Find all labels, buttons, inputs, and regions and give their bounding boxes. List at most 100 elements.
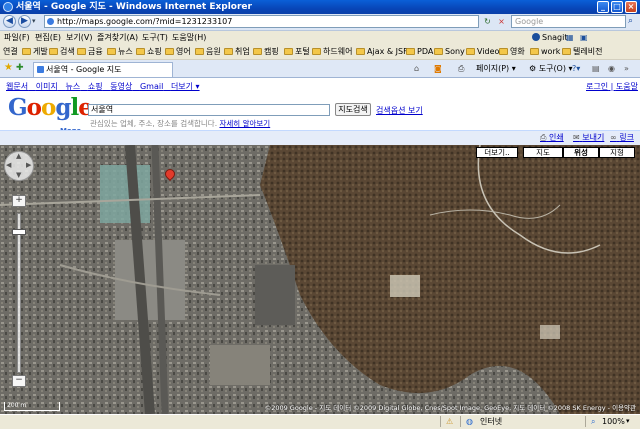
mail-icon: ✉: [573, 133, 580, 142]
link-images[interactable]: 이미지: [36, 82, 58, 91]
feeds-icon[interactable]: ◙: [434, 63, 442, 74]
link-shopping[interactable]: 쇼핑: [88, 82, 103, 91]
folder-icon: [284, 48, 293, 55]
zoom-level[interactable]: 100%: [602, 415, 625, 428]
search-options-link[interactable]: 검색옵션 보기: [376, 105, 423, 116]
search-hint-text: 관심있는 업체, 주소, 장소를 검색합니다.: [90, 119, 218, 128]
folder-icon: [136, 48, 145, 55]
zoom-slider[interactable]: [17, 213, 21, 373]
link-video[interactable]: 동영상: [110, 82, 132, 91]
fav-item[interactable]: 금융: [77, 45, 103, 59]
fav-item[interactable]: Ajax & JSF: [356, 45, 408, 59]
learn-more-link[interactable]: 자세히 알아보기: [219, 119, 270, 128]
map-search-input[interactable]: 서울역: [88, 104, 330, 116]
zoom-out-button[interactable]: −: [12, 375, 26, 387]
link-news[interactable]: 뉴스: [65, 82, 80, 91]
pan-right-icon[interactable]: ▶: [26, 161, 31, 169]
print-icon[interactable]: ⎙: [458, 63, 464, 74]
link-help[interactable]: 도움말: [616, 82, 638, 91]
snagit-label: Snagit: [542, 33, 568, 42]
favorites-star-icon[interactable]: ★: [4, 63, 13, 73]
link-link[interactable]: ∞ 링크: [610, 132, 634, 143]
fav-item[interactable]: Video: [466, 45, 499, 59]
tab-active[interactable]: 서울역 - Google 지도: [33, 62, 173, 77]
help-icon[interactable]: ?▾: [572, 63, 580, 74]
fav-item[interactable]: Sony: [434, 45, 465, 59]
chain-icon: ∞: [610, 133, 617, 142]
add-favorite-icon[interactable]: ✚: [16, 63, 24, 73]
search-input[interactable]: Google: [511, 15, 626, 28]
research-icon[interactable]: ▤: [592, 63, 600, 74]
maximize-button[interactable]: □: [611, 1, 623, 13]
link-login[interactable]: 로그인: [586, 82, 608, 91]
close-button[interactable]: ×: [625, 1, 637, 13]
map-search-button[interactable]: 지도검색: [335, 103, 371, 116]
menu-edit[interactable]: 편집(E): [35, 31, 61, 45]
pan-control[interactable]: ▲ ◀ ▶ ▼: [4, 151, 34, 181]
title-bar[interactable]: 서울역 - Google 지도 - Windows Internet Explo…: [0, 0, 640, 14]
zoom-slider-thumb[interactable]: [12, 229, 26, 235]
google-account-links: 로그인 | 도움말: [586, 82, 638, 91]
protected-mode-icon[interactable]: ⚠: [446, 415, 453, 428]
link-gmail[interactable]: Gmail: [140, 82, 163, 91]
fav-item[interactable]: 캠핑: [253, 45, 279, 59]
print-link[interactable]: ⎙ 인쇄: [540, 132, 564, 143]
zoom-dropdown-icon[interactable]: ▾: [626, 415, 630, 428]
search-icon[interactable]: ⌕: [628, 16, 633, 26]
fav-item[interactable]: 텔레비전: [562, 45, 602, 59]
zoom-icon[interactable]: ⌕: [591, 415, 595, 428]
ie-icon: [3, 2, 13, 12]
fav-item[interactable]: 하드웨어: [312, 45, 352, 59]
google-maps-logo[interactable]: Google Maps: [8, 95, 93, 136]
fav-item[interactable]: work: [530, 45, 560, 59]
fav-item[interactable]: 영화: [499, 45, 525, 59]
fav-item[interactable]: 뉴스: [107, 45, 133, 59]
messenger-icon[interactable]: ◉: [608, 63, 615, 74]
link-more[interactable]: 더보기 ▾: [171, 82, 200, 91]
snagit-capture-icon[interactable]: ▦: [566, 31, 574, 45]
fav-item[interactable]: 게발: [22, 45, 48, 59]
folder-icon: [165, 48, 174, 55]
menu-favorites[interactable]: 즐겨찾기(A): [97, 31, 138, 45]
zoom-in-button[interactable]: +: [12, 195, 26, 207]
pan-left-icon[interactable]: ◀: [6, 161, 11, 169]
menu-file[interactable]: 파일(F): [4, 31, 30, 45]
forward-button[interactable]: ▶: [18, 15, 31, 28]
minimize-button[interactable]: _: [597, 1, 609, 13]
status-bar: ⚠ ◍ 인터넷 ⌕ 100% ▾: [0, 414, 640, 429]
pan-down-icon[interactable]: ▼: [16, 171, 21, 179]
fav-item[interactable]: 영어: [165, 45, 191, 59]
map-type-map[interactable]: 지도: [523, 147, 563, 158]
home-icon[interactable]: ⌂: [414, 63, 419, 74]
map-type-satellite[interactable]: 위성: [563, 147, 599, 158]
snagit-button[interactable]: Snagit: [532, 31, 568, 45]
fav-item[interactable]: 포털: [284, 45, 310, 59]
link-web[interactable]: 웹문서: [6, 82, 28, 91]
folder-icon: [195, 48, 204, 55]
folder-icon: [49, 48, 58, 55]
menu-view[interactable]: 보기(V): [66, 31, 92, 45]
stop-button[interactable]: ×: [496, 15, 507, 28]
page-content: 웹문서 이미지 뉴스 쇼핑 동영상 Gmail 더보기 ▾ 로그인 | 도움말 …: [0, 78, 640, 414]
page-menu[interactable]: 페이지(P) ▾: [476, 63, 516, 74]
pan-up-icon[interactable]: ▲: [16, 152, 21, 160]
menu-tools[interactable]: 도구(T): [142, 31, 168, 45]
refresh-button[interactable]: ↻: [482, 15, 493, 28]
fav-item[interactable]: 취업: [224, 45, 250, 59]
map-type-terrain[interactable]: 지형: [599, 147, 635, 158]
fav-item[interactable]: 음원: [195, 45, 221, 59]
folder-icon: [77, 48, 86, 55]
snagit-editor-icon[interactable]: ▣: [580, 31, 588, 45]
fav-item[interactable]: 검색: [49, 45, 75, 59]
menu-help[interactable]: 도움말(H): [172, 31, 206, 45]
send-link[interactable]: ✉ 보내기: [573, 132, 604, 143]
address-bar[interactable]: http://maps.google.com/?mid=1231233107: [44, 15, 479, 28]
satellite-map[interactable]: 더보기.. 지도 위성 지형 ▲ ◀ ▶ ▼ + − 200 m ©2009 G…: [0, 145, 640, 414]
tools-menu[interactable]: ⚙ 도구(O) ▾: [529, 63, 573, 74]
fav-item[interactable]: 쇼핑: [136, 45, 162, 59]
back-button[interactable]: ◀: [3, 15, 16, 28]
map-type-more[interactable]: 더보기..: [476, 147, 518, 158]
toolbar-more-icon[interactable]: »: [624, 63, 629, 74]
history-dropdown-icon[interactable]: ▾: [32, 17, 36, 25]
fav-item[interactable]: PDA: [406, 45, 433, 59]
